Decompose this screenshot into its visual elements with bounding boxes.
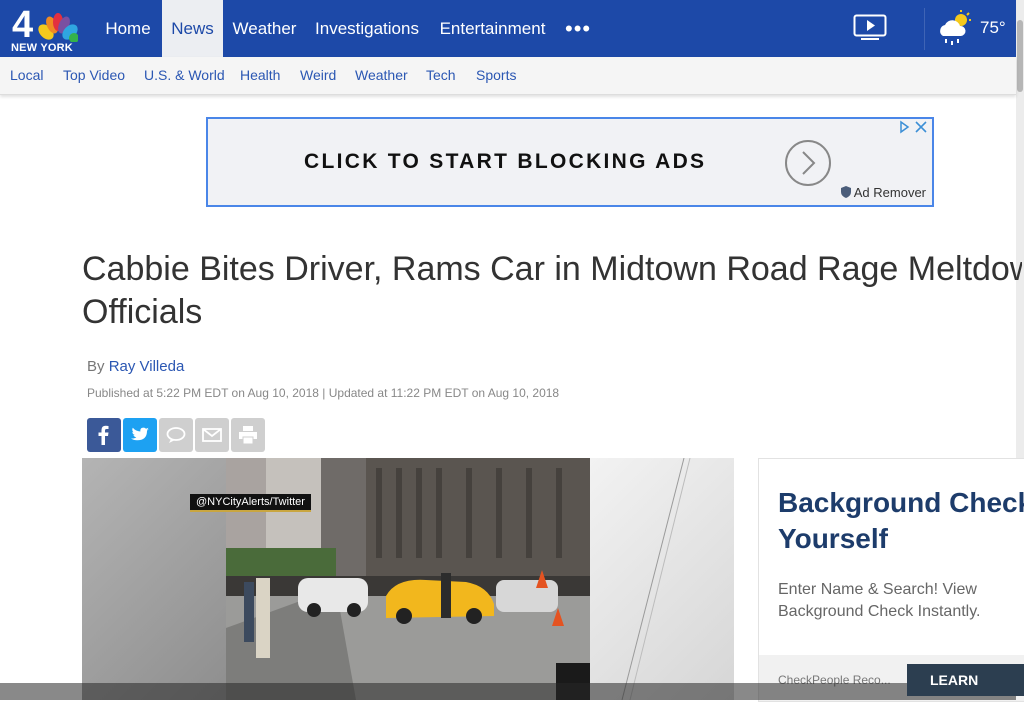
sub-nav-bar: Local Top Video U.S. & World Health Weir… <box>0 57 1016 95</box>
sponsored-ad-description: Enter Name & Search! View Background Che… <box>778 581 981 620</box>
video-source-tag: @NYCityAlerts/Twitter <box>190 494 311 512</box>
video-player[interactable]: @NYCityAlerts/Twitter <box>82 458 734 700</box>
twitter-share-button[interactable] <box>123 418 157 452</box>
subnav-us-world[interactable]: U.S. & World <box>144 67 225 83</box>
byline-prefix: By <box>87 358 105 375</box>
headline-line-1: Cabbie Bites Driver, Rams Car in Midtown… <box>82 250 1022 288</box>
nav-home[interactable]: Home <box>96 0 160 57</box>
subnav-weather[interactable]: Weather <box>355 67 408 83</box>
scrollbar-thumb[interactable] <box>1017 20 1023 92</box>
publish-timestamp: Published at 5:22 PM EDT on Aug 10, 2018… <box>87 386 560 400</box>
partly-cloudy-rain-icon[interactable] <box>937 10 973 48</box>
temperature-readout[interactable]: 75° <box>980 18 1006 38</box>
subnav-tech[interactable]: Tech <box>426 67 456 83</box>
ad-brand: Ad Remover <box>840 185 926 200</box>
print-share-button[interactable] <box>231 418 265 452</box>
nav-divider <box>924 8 925 50</box>
email-share-button[interactable] <box>195 418 229 452</box>
nav-weather[interactable]: Weather <box>225 0 304 57</box>
byline: By Ray Villeda <box>87 358 184 375</box>
bottom-overlay-bar <box>0 683 1016 700</box>
nav-news[interactable]: News <box>162 0 223 57</box>
ad-banner-text: CLICK TO START BLOCKING ADS <box>304 150 707 173</box>
peacock-icon <box>38 13 78 42</box>
subnav-sports[interactable]: Sports <box>476 67 516 83</box>
subnav-top-video[interactable]: Top Video <box>63 67 125 83</box>
top-nav-bar: 4 NEW YORK Home News Weather Investigati… <box>0 0 1024 57</box>
nav-entertainment[interactable]: Entertainment <box>430 0 555 57</box>
printer-icon <box>239 426 257 445</box>
author-link[interactable]: Ray Villeda <box>109 358 185 375</box>
email-icon <box>202 428 222 442</box>
twitter-icon <box>131 427 149 441</box>
comment-share-button[interactable] <box>159 418 193 452</box>
ad-banner[interactable]: CLICK TO START BLOCKING ADS Ad Remover <box>206 117 934 207</box>
nav-investigations[interactable]: Investigations <box>306 0 428 57</box>
subnav-health[interactable]: Health <box>240 67 280 83</box>
logo-number: 4 <box>12 4 34 46</box>
chevron-right-circle-icon[interactable] <box>784 139 832 187</box>
video-glare-lines <box>621 458 691 700</box>
subnav-weird[interactable]: Weird <box>300 67 336 83</box>
sponsored-ad-title[interactable]: Background Check Yourself <box>778 485 1024 557</box>
ad-close-icon[interactable] <box>898 120 928 134</box>
facebook-share-button[interactable] <box>87 418 121 452</box>
more-menu-button[interactable]: ••• <box>565 18 591 40</box>
shield-icon <box>840 186 851 198</box>
logo-city: NEW YORK <box>11 42 73 54</box>
video-player-icon[interactable] <box>853 14 889 42</box>
article-headline: Cabbie Bites Driver, Rams Car in Midtown… <box>82 248 1022 338</box>
nbc-new-york-logo[interactable]: 4 NEW YORK <box>10 4 80 54</box>
ad-brand-label: Ad Remover <box>853 185 926 200</box>
headline-line-2: Officials <box>82 293 203 331</box>
subnav-local[interactable]: Local <box>10 67 43 83</box>
learn-more-button[interactable]: LEARN MORE <box>907 664 1024 720</box>
comment-icon <box>166 427 186 443</box>
facebook-icon <box>98 425 109 445</box>
